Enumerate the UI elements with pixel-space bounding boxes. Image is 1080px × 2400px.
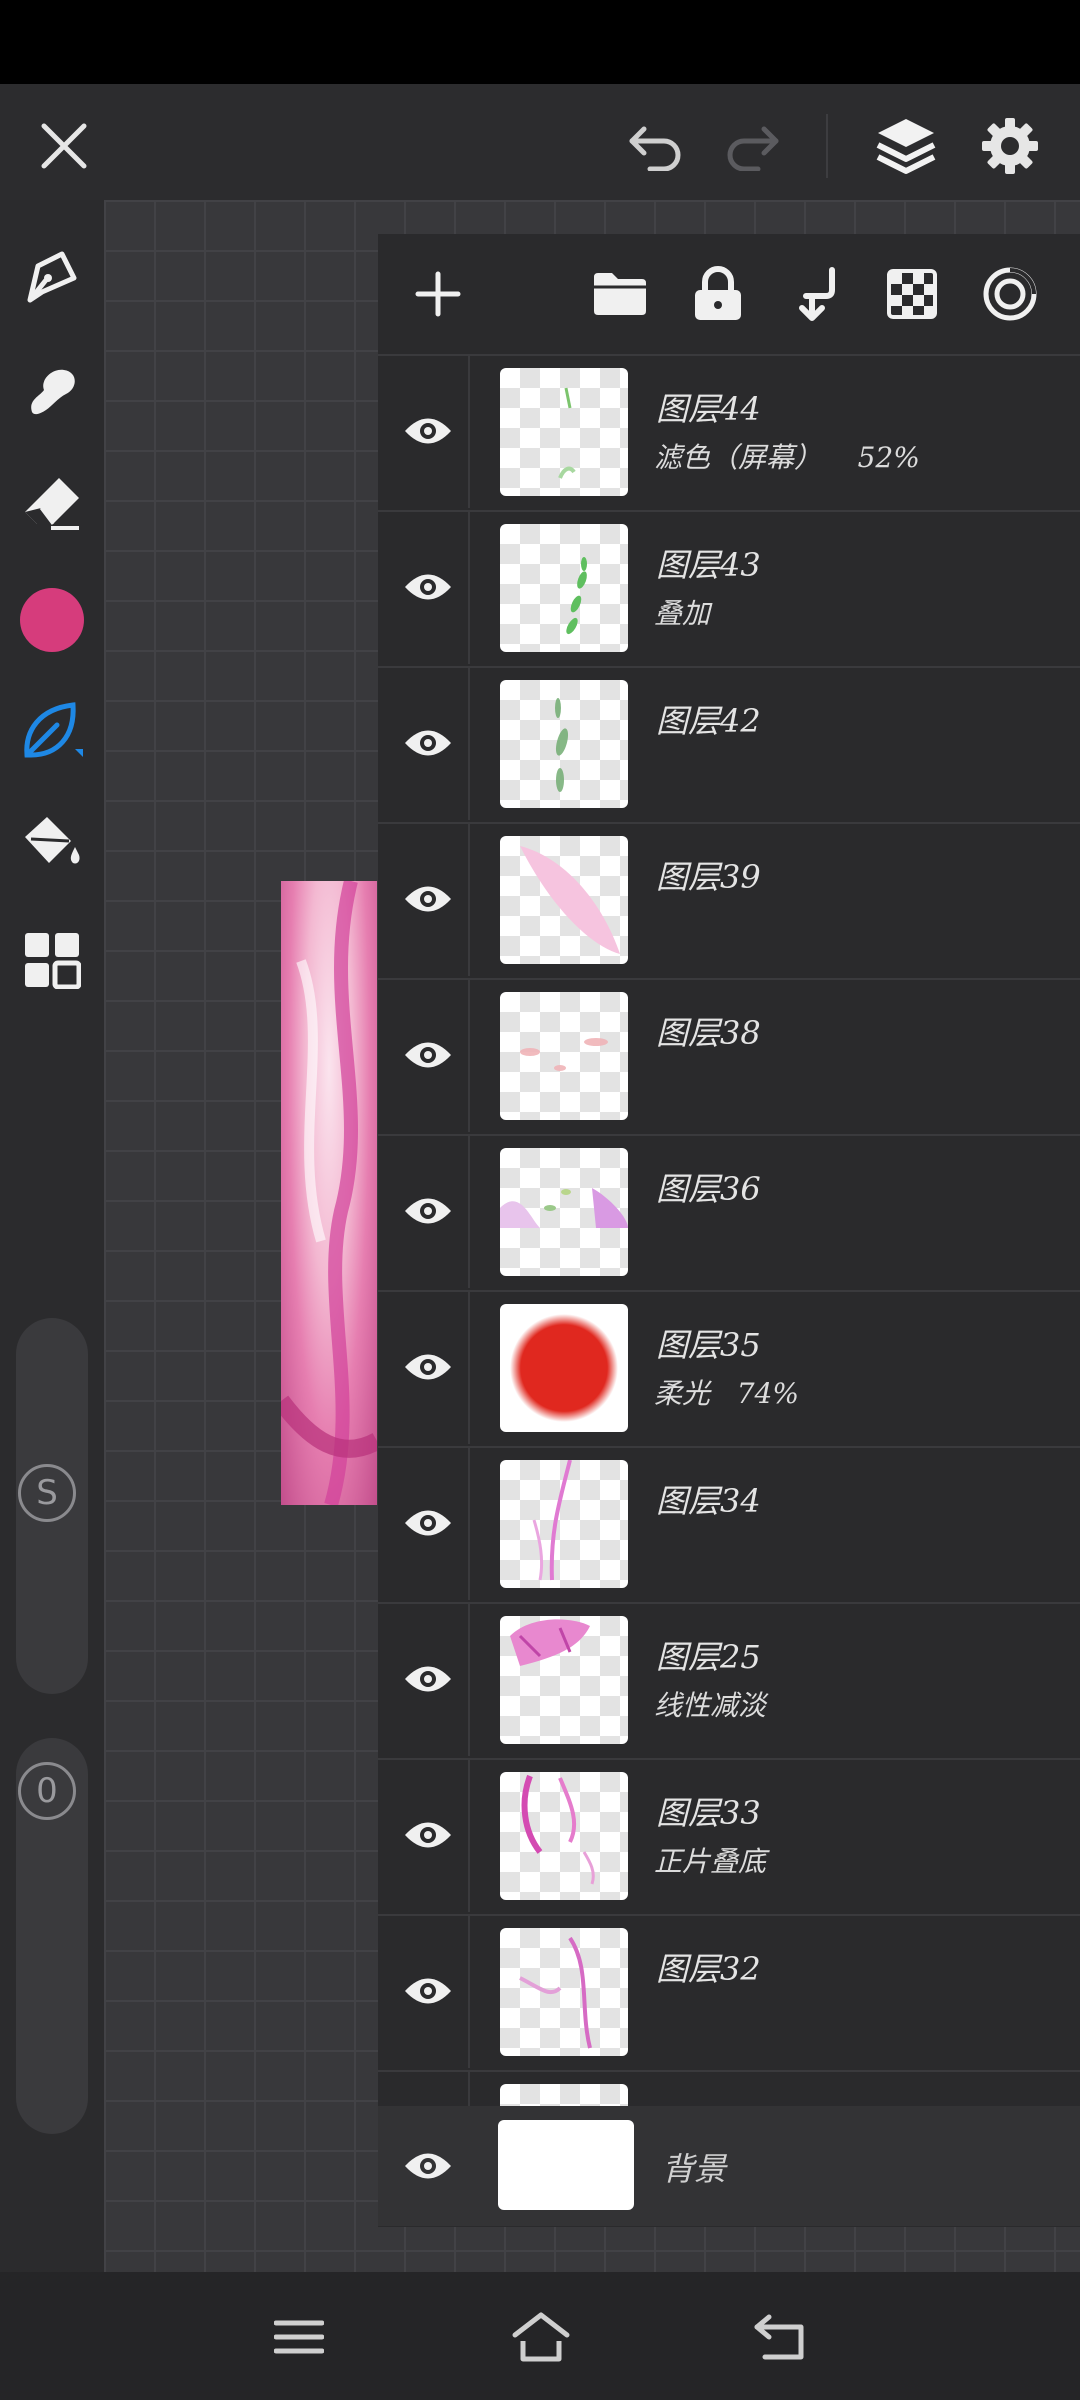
divider [468, 1136, 470, 1288]
grid-menu-icon[interactable] [12, 920, 92, 1000]
eye-icon[interactable] [398, 557, 458, 617]
menu-icon[interactable] [264, 2302, 334, 2372]
divider [468, 2072, 470, 2106]
eye-icon[interactable] [398, 1961, 458, 2021]
layer-name: 背景 [662, 2150, 727, 2188]
eye-icon[interactable] [398, 2136, 458, 2196]
layers-panel: 图层44 滤色（屏幕） 52% 图层43 叠加 图层42 图层39 图层38 图… [378, 234, 1080, 2227]
layer-row[interactable]: 图层42 [378, 666, 1080, 820]
divider [468, 1604, 470, 1756]
layer-name: 图层33 [656, 1794, 761, 1832]
layer-name: 图层32 [656, 1950, 761, 1988]
target-icon[interactable] [980, 264, 1040, 324]
layer-row[interactable]: 图层38 [378, 978, 1080, 1132]
divider [468, 1448, 470, 1600]
divider [468, 668, 470, 820]
eye-icon[interactable] [398, 1181, 458, 1241]
layer-row[interactable]: 图层34 [378, 1446, 1080, 1600]
layer-thumbnail [500, 1460, 628, 1588]
undo-icon[interactable] [620, 110, 692, 182]
eraser-icon[interactable] [12, 462, 92, 542]
layer-blend-mode: 叠加 [654, 597, 711, 630]
gear-icon[interactable] [970, 106, 1050, 186]
divider [468, 1916, 470, 2068]
fill-bucket-icon[interactable] [12, 804, 92, 884]
layer-name: 图层43 [656, 546, 761, 584]
color-swatch[interactable] [12, 580, 92, 660]
layer-row[interactable]: 图层39 [378, 822, 1080, 976]
eye-icon[interactable] [398, 713, 458, 773]
background-thumbnail [498, 2120, 634, 2210]
layer-row[interactable]: 图层32 [378, 1914, 1080, 2068]
layer-name: 图层36 [656, 1170, 761, 1208]
status-bar [0, 0, 1080, 84]
home-icon[interactable] [506, 2302, 576, 2372]
eye-icon[interactable] [398, 1649, 458, 1709]
layer-row[interactable]: 图层44 滤色（屏幕） 52% [378, 354, 1080, 508]
layer-row[interactable]: 图层33 正片叠底 [378, 1758, 1080, 1912]
eye-icon[interactable] [398, 1805, 458, 1865]
eye-icon[interactable] [398, 869, 458, 929]
smudge-icon[interactable] [12, 350, 92, 430]
eye-icon[interactable] [398, 1337, 458, 1397]
opacity-badge: 0 [18, 1762, 76, 1820]
system-navigation-bar [0, 2272, 1080, 2400]
layer-name: 图层42 [656, 702, 761, 740]
transparency-icon[interactable] [882, 264, 942, 324]
layer-thumbnail [500, 524, 628, 652]
brush-leaf-icon[interactable] [12, 692, 92, 772]
divider [468, 824, 470, 976]
layer-name: 图层38 [656, 1014, 761, 1052]
eye-icon[interactable] [398, 401, 458, 461]
layer-name: 图层35 [656, 1326, 761, 1364]
eye-icon[interactable] [398, 1025, 458, 1085]
layer-thumbnail [500, 992, 628, 1120]
close-icon[interactable] [28, 110, 100, 182]
left-toolbar: S 0 [0, 200, 104, 2272]
layer-blend-mode: 柔光 74% [654, 1377, 799, 1410]
layers-toolbar [378, 234, 1080, 354]
toolbar-divider [826, 114, 828, 178]
pen-icon[interactable] [12, 236, 92, 316]
layer-thumbnail [500, 836, 628, 964]
layer-name: 图层44 [656, 390, 761, 428]
top-bar [0, 84, 1080, 200]
layer-blend-mode: 滤色（屏幕） 52% [654, 441, 920, 474]
layer-blend-mode: 正片叠底 [654, 1845, 767, 1878]
layer-thumbnail [500, 1616, 628, 1744]
layer-row[interactable]: 图层35 柔光 74% [378, 1290, 1080, 1444]
layer-thumbnail [500, 1772, 628, 1900]
divider [468, 512, 470, 664]
background-layer-row[interactable]: 背景 [378, 2106, 1080, 2226]
layer-thumbnail [500, 2084, 628, 2106]
size-badge: S [18, 1464, 76, 1522]
layer-name: 图层39 [656, 858, 761, 896]
divider [468, 1292, 470, 1444]
layer-blend-mode: 线性减淡 [654, 1689, 767, 1722]
merge-down-icon[interactable] [786, 264, 846, 324]
eye-icon[interactable] [398, 1493, 458, 1553]
layer-thumbnail [500, 680, 628, 808]
layer-name: 图层25 [656, 1638, 761, 1676]
redo-icon[interactable] [716, 110, 788, 182]
divider [468, 356, 470, 508]
add-icon[interactable] [408, 264, 468, 324]
layer-row[interactable]: 图层36 [378, 1134, 1080, 1288]
layer-row[interactable]: 图层25 线性减淡 [378, 1602, 1080, 1756]
layer-thumbnail [500, 1928, 628, 2056]
artwork-preview [273, 879, 382, 1507]
divider [468, 980, 470, 1132]
layers-icon[interactable] [866, 106, 946, 186]
layer-name: 图层34 [656, 1482, 761, 1520]
layer-thumbnail [500, 1148, 628, 1276]
lock-icon[interactable] [688, 264, 748, 324]
folder-icon[interactable] [590, 264, 650, 324]
back-icon[interactable] [746, 2302, 816, 2372]
layer-row[interactable]: 图层43 叠加 [378, 510, 1080, 664]
layer-thumbnail [500, 368, 628, 496]
divider [468, 1760, 470, 1912]
layer-row-partial[interactable] [378, 2070, 1080, 2106]
layer-thumbnail [500, 1304, 628, 1432]
